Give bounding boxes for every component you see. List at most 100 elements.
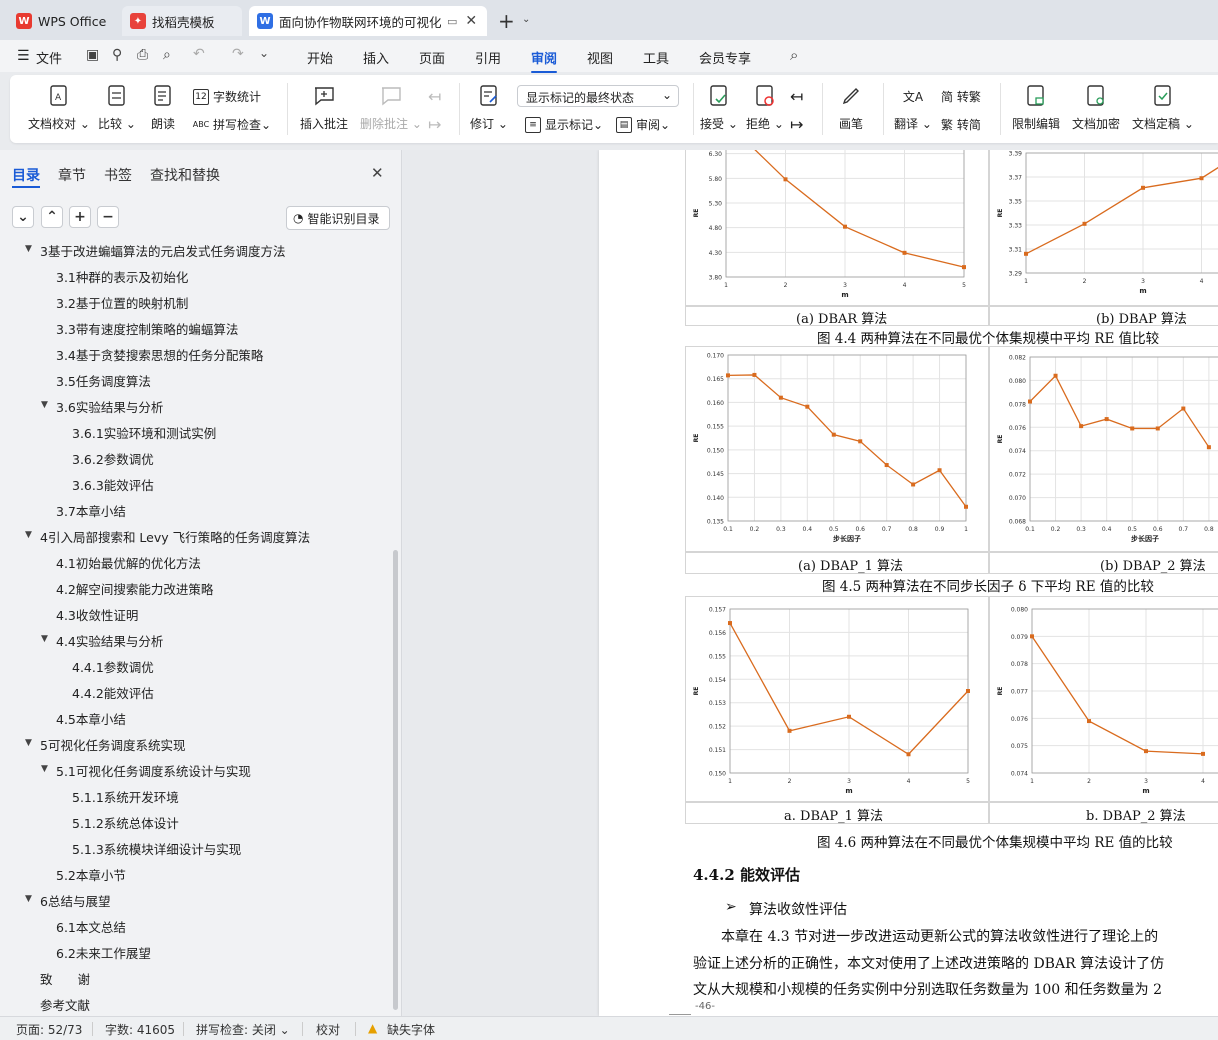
print-preview-icon[interactable]: ⌕ xyxy=(163,47,171,63)
toc-item[interactable]: 3.7本章小结 xyxy=(56,501,126,520)
toc-item[interactable]: 3.6实验结果与分析 xyxy=(56,397,163,416)
tab-toc[interactable]: 目录 xyxy=(12,165,40,185)
read-aloud-button[interactable]: 朗读 xyxy=(150,83,176,132)
accept-button[interactable]: 接受 ⌄ xyxy=(700,83,738,132)
toc-item[interactable]: 4引入局部搜索和 Levy 飞行策略的任务调度算法 xyxy=(40,527,310,546)
pen-button[interactable]: 画笔 xyxy=(838,83,864,132)
toc-item[interactable]: 4.5本章小结 xyxy=(56,709,126,728)
to-simplified-button[interactable]: 繁 转简 xyxy=(941,116,981,133)
print-icon[interactable]: ⎙ xyxy=(137,47,148,63)
prev-comment-icon[interactable]: ↤ xyxy=(428,87,441,106)
prev-change-icon[interactable]: ↤ xyxy=(790,87,803,106)
more-chevron-icon[interactable]: ⌄ xyxy=(259,46,269,60)
toc-item[interactable]: 3.4基于贪婪搜索思想的任务分配策略 xyxy=(56,345,263,364)
toc-item[interactable]: 3基于改进蝙蝠算法的元启发式任务调度方法 xyxy=(40,241,285,260)
doc-check-button[interactable]: A 文档校对 ⌄ xyxy=(28,83,90,132)
collapse-all-button[interactable]: ⌄ xyxy=(12,206,34,228)
redo-icon[interactable]: ↷ xyxy=(232,46,244,62)
toc-item[interactable]: 4.4实验结果与分析 xyxy=(56,631,163,650)
review-pane-button[interactable]: ▤ 审阅 ⌄ xyxy=(616,116,670,133)
track-changes-button[interactable]: 修订 ⌄ xyxy=(470,83,508,132)
expand-all-button[interactable]: ⌃ xyxy=(41,206,63,228)
page-indicator[interactable]: 页面: 52/73 xyxy=(16,1021,82,1038)
close-panel-icon[interactable]: ✕ xyxy=(371,164,384,182)
undo-icon[interactable]: ↶ xyxy=(193,46,205,62)
toc-expand-icon[interactable]: ▼ xyxy=(25,530,32,540)
proofread-status[interactable]: 校对 xyxy=(316,1021,340,1038)
toc-item[interactable]: 3.6.3能效评估 xyxy=(72,475,154,494)
spell-check-button[interactable]: ABC 拼写检查 ⌄ xyxy=(193,116,271,133)
toc-item[interactable]: 5.1.3系统模块详细设计与实现 xyxy=(72,839,241,858)
new-tab-icon[interactable]: + xyxy=(498,9,515,33)
to-traditional-button[interactable]: 简 转繁 xyxy=(941,88,981,105)
toc-item[interactable]: 致 谢 xyxy=(40,969,90,988)
next-comment-icon[interactable]: ↦ xyxy=(428,115,441,134)
insert-comment-button[interactable]: 插入批注 xyxy=(300,83,348,132)
missing-font-status[interactable]: 缺失字体 xyxy=(387,1021,435,1038)
toc-item[interactable]: 6.1本文总结 xyxy=(56,917,126,936)
toc-item[interactable]: 4.1初始最优解的优化方法 xyxy=(56,553,201,572)
hamburger-icon[interactable]: ☰ xyxy=(17,48,30,64)
menu-page[interactable]: 页面 xyxy=(419,48,445,67)
menu-insert[interactable]: 插入 xyxy=(363,48,389,67)
remove-heading-button[interactable]: − xyxy=(97,206,119,228)
menu-view[interactable]: 视图 xyxy=(587,48,613,67)
restrict-edit-button[interactable]: 限制编辑 xyxy=(1012,83,1060,132)
chevron-down-icon[interactable]: ⌄ xyxy=(522,14,530,25)
search-icon[interactable]: ⌕ xyxy=(790,46,798,64)
tab-find-replace[interactable]: 查找和替换 xyxy=(150,165,220,185)
toc-expand-icon[interactable]: ▼ xyxy=(25,244,32,254)
compare-button[interactable]: 比较 ⌄ xyxy=(98,83,136,132)
toc-item[interactable]: 5.2本章小节 xyxy=(56,865,126,884)
reject-button[interactable]: 拒绝 ⌄ xyxy=(746,83,784,132)
encrypt-button[interactable]: 文档加密 xyxy=(1072,83,1120,132)
toc-expand-icon[interactable]: ▼ xyxy=(25,894,32,904)
toc-item[interactable]: 4.2解空间搜索能力改进策略 xyxy=(56,579,213,598)
toc-item[interactable]: 3.2基于位置的映射机制 xyxy=(56,293,188,312)
toc-expand-icon[interactable]: ▼ xyxy=(41,400,48,410)
share-icon[interactable]: ⚲ xyxy=(112,47,122,63)
toc-item[interactable]: 5.1可视化任务调度系统设计与实现 xyxy=(56,761,251,780)
save-icon[interactable]: ▣ xyxy=(86,47,99,63)
tab-wps-office[interactable]: W WPS Office xyxy=(8,6,116,36)
tab-document[interactable]: W 面向协作物联网环境的可视化 ▭ ✕ xyxy=(249,6,487,36)
tab-docer-templates[interactable]: ✦ 找稻壳模板 xyxy=(122,6,242,36)
tab-sections[interactable]: 章节 xyxy=(58,165,86,185)
toc-item[interactable]: 5.1.1系统开发环境 xyxy=(72,787,179,806)
word-count-status[interactable]: 字数: 41605 xyxy=(105,1021,175,1038)
translate-button[interactable]: 文A 翻译 ⌄ xyxy=(894,83,932,132)
menu-review[interactable]: 审阅 xyxy=(531,48,558,73)
toc-item[interactable]: 3.5任务调度算法 xyxy=(56,371,151,390)
toc-item[interactable]: 3.6.2参数调优 xyxy=(72,449,154,468)
menu-references[interactable]: 引用 xyxy=(475,48,501,67)
toc-item[interactable]: 5.1.2系统总体设计 xyxy=(72,813,179,832)
finalize-button[interactable]: 文档定稿 ⌄ xyxy=(1132,83,1194,132)
menu-tools[interactable]: 工具 xyxy=(643,48,669,67)
toc-item[interactable]: 3.3带有速度控制策略的蝙蝠算法 xyxy=(56,319,238,338)
add-heading-button[interactable]: + xyxy=(69,206,91,228)
panel-scrollbar[interactable] xyxy=(393,550,398,1010)
toc-item[interactable]: 3.6.1实验环境和测试实例 xyxy=(72,423,216,442)
show-markup-button[interactable]: ≡ 显示标记 ⌄ xyxy=(525,116,603,133)
toc-item[interactable]: 3.1种群的表示及初始化 xyxy=(56,267,188,286)
toc-item[interactable]: 4.3收敛性证明 xyxy=(56,605,138,624)
menu-member[interactable]: 会员专享 xyxy=(699,48,751,67)
toc-item[interactable]: 6.2未来工作展望 xyxy=(56,943,151,962)
delete-comment-button[interactable]: 删除批注 ⌄ xyxy=(360,83,422,132)
word-count-button[interactable]: 12 字数统计 xyxy=(193,88,261,105)
toc-expand-icon[interactable]: ▼ xyxy=(41,634,48,644)
markup-display-select[interactable]: 显示标记的最终状态 ⌄ xyxy=(517,85,679,107)
next-change-icon[interactable]: ↦ xyxy=(790,115,803,134)
smart-toc-button[interactable]: ◔ 智能识别目录 xyxy=(286,206,390,230)
close-tab-icon[interactable]: ✕ xyxy=(465,13,477,29)
tab-bookmarks[interactable]: 书签 xyxy=(104,165,132,185)
toc-item[interactable]: 参考文献 xyxy=(40,995,90,1014)
toc-item[interactable]: 4.4.2能效评估 xyxy=(72,683,154,702)
menu-file[interactable]: 文件 xyxy=(36,48,62,67)
toc-expand-icon[interactable]: ▼ xyxy=(25,738,32,748)
toc-expand-icon[interactable]: ▼ xyxy=(41,764,48,774)
toc-item[interactable]: 6总结与展望 xyxy=(40,891,110,910)
spell-check-status[interactable]: 拼写检查: 关闭 ⌄ xyxy=(196,1021,290,1038)
toc-item[interactable]: 5可视化任务调度系统实现 xyxy=(40,735,185,754)
toc-item[interactable]: 4.4.1参数调优 xyxy=(72,657,154,676)
